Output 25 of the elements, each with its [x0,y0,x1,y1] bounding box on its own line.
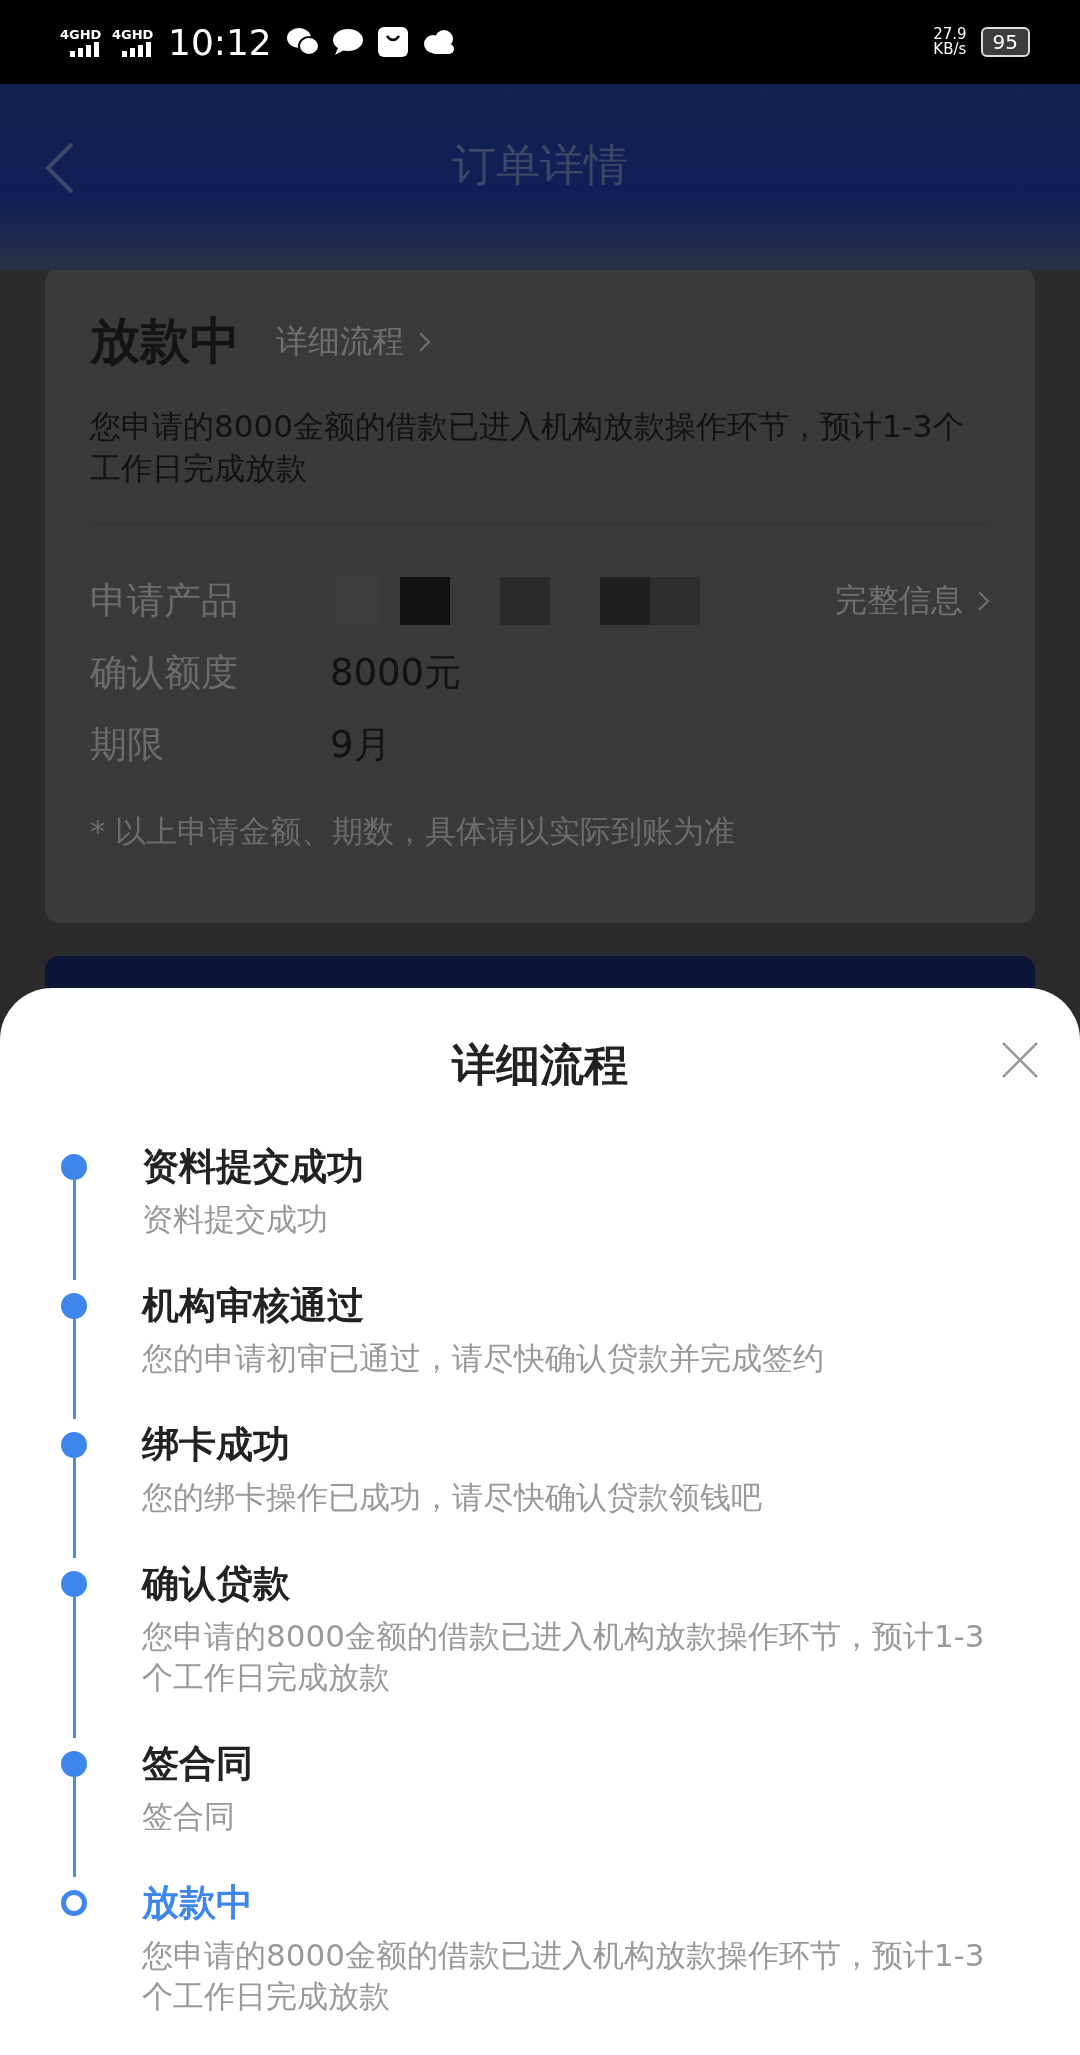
step-detail: 签合同 [142,1797,236,1836]
step-title: 绑卡成功 [142,1422,291,1468]
network-speed: 27.9 KB/s [933,27,967,57]
network-indicator: 4GHD [60,27,104,57]
step-title: 机构审核通过 [142,1283,365,1329]
step-title: 资料提交成功 [142,1144,365,1190]
network-indicator: 4GHD [112,27,156,57]
step-detail: 您的绑卡操作已成功，请尽快确认贷款领钱吧 [142,1478,763,1517]
clock: 10:12 [168,21,272,63]
step-title: 签合同 [142,1741,254,1787]
step-title: 确认贷款 [142,1561,291,1607]
step-detail: 您的申请初审已通过，请尽快确认贷款并完成签约 [142,1339,825,1378]
step-title: 放款中 [142,1880,254,1926]
close-icon[interactable] [1000,1040,1040,1080]
bag-icon [377,27,408,57]
cloud-icon [421,29,456,55]
sheet-title: 详细流程 [450,1038,629,1092]
message-icon [331,28,364,56]
step-detail: 您申请的8000金额的借款已进入机构放款操作环节，预计1-3个工作日完成放款 [142,1936,986,2016]
chevron-right-icon [976,590,990,612]
battery-indicator: 95 [980,27,1030,57]
step-detail: 资料提交成功 [142,1200,329,1239]
chat-bubbles-icon [285,27,320,57]
step-detail: 您申请的8000金额的借款已进入机构放款操作环节，预计1-3个工作日完成放款 [142,1617,986,1697]
chevron-right-icon [418,330,432,353]
